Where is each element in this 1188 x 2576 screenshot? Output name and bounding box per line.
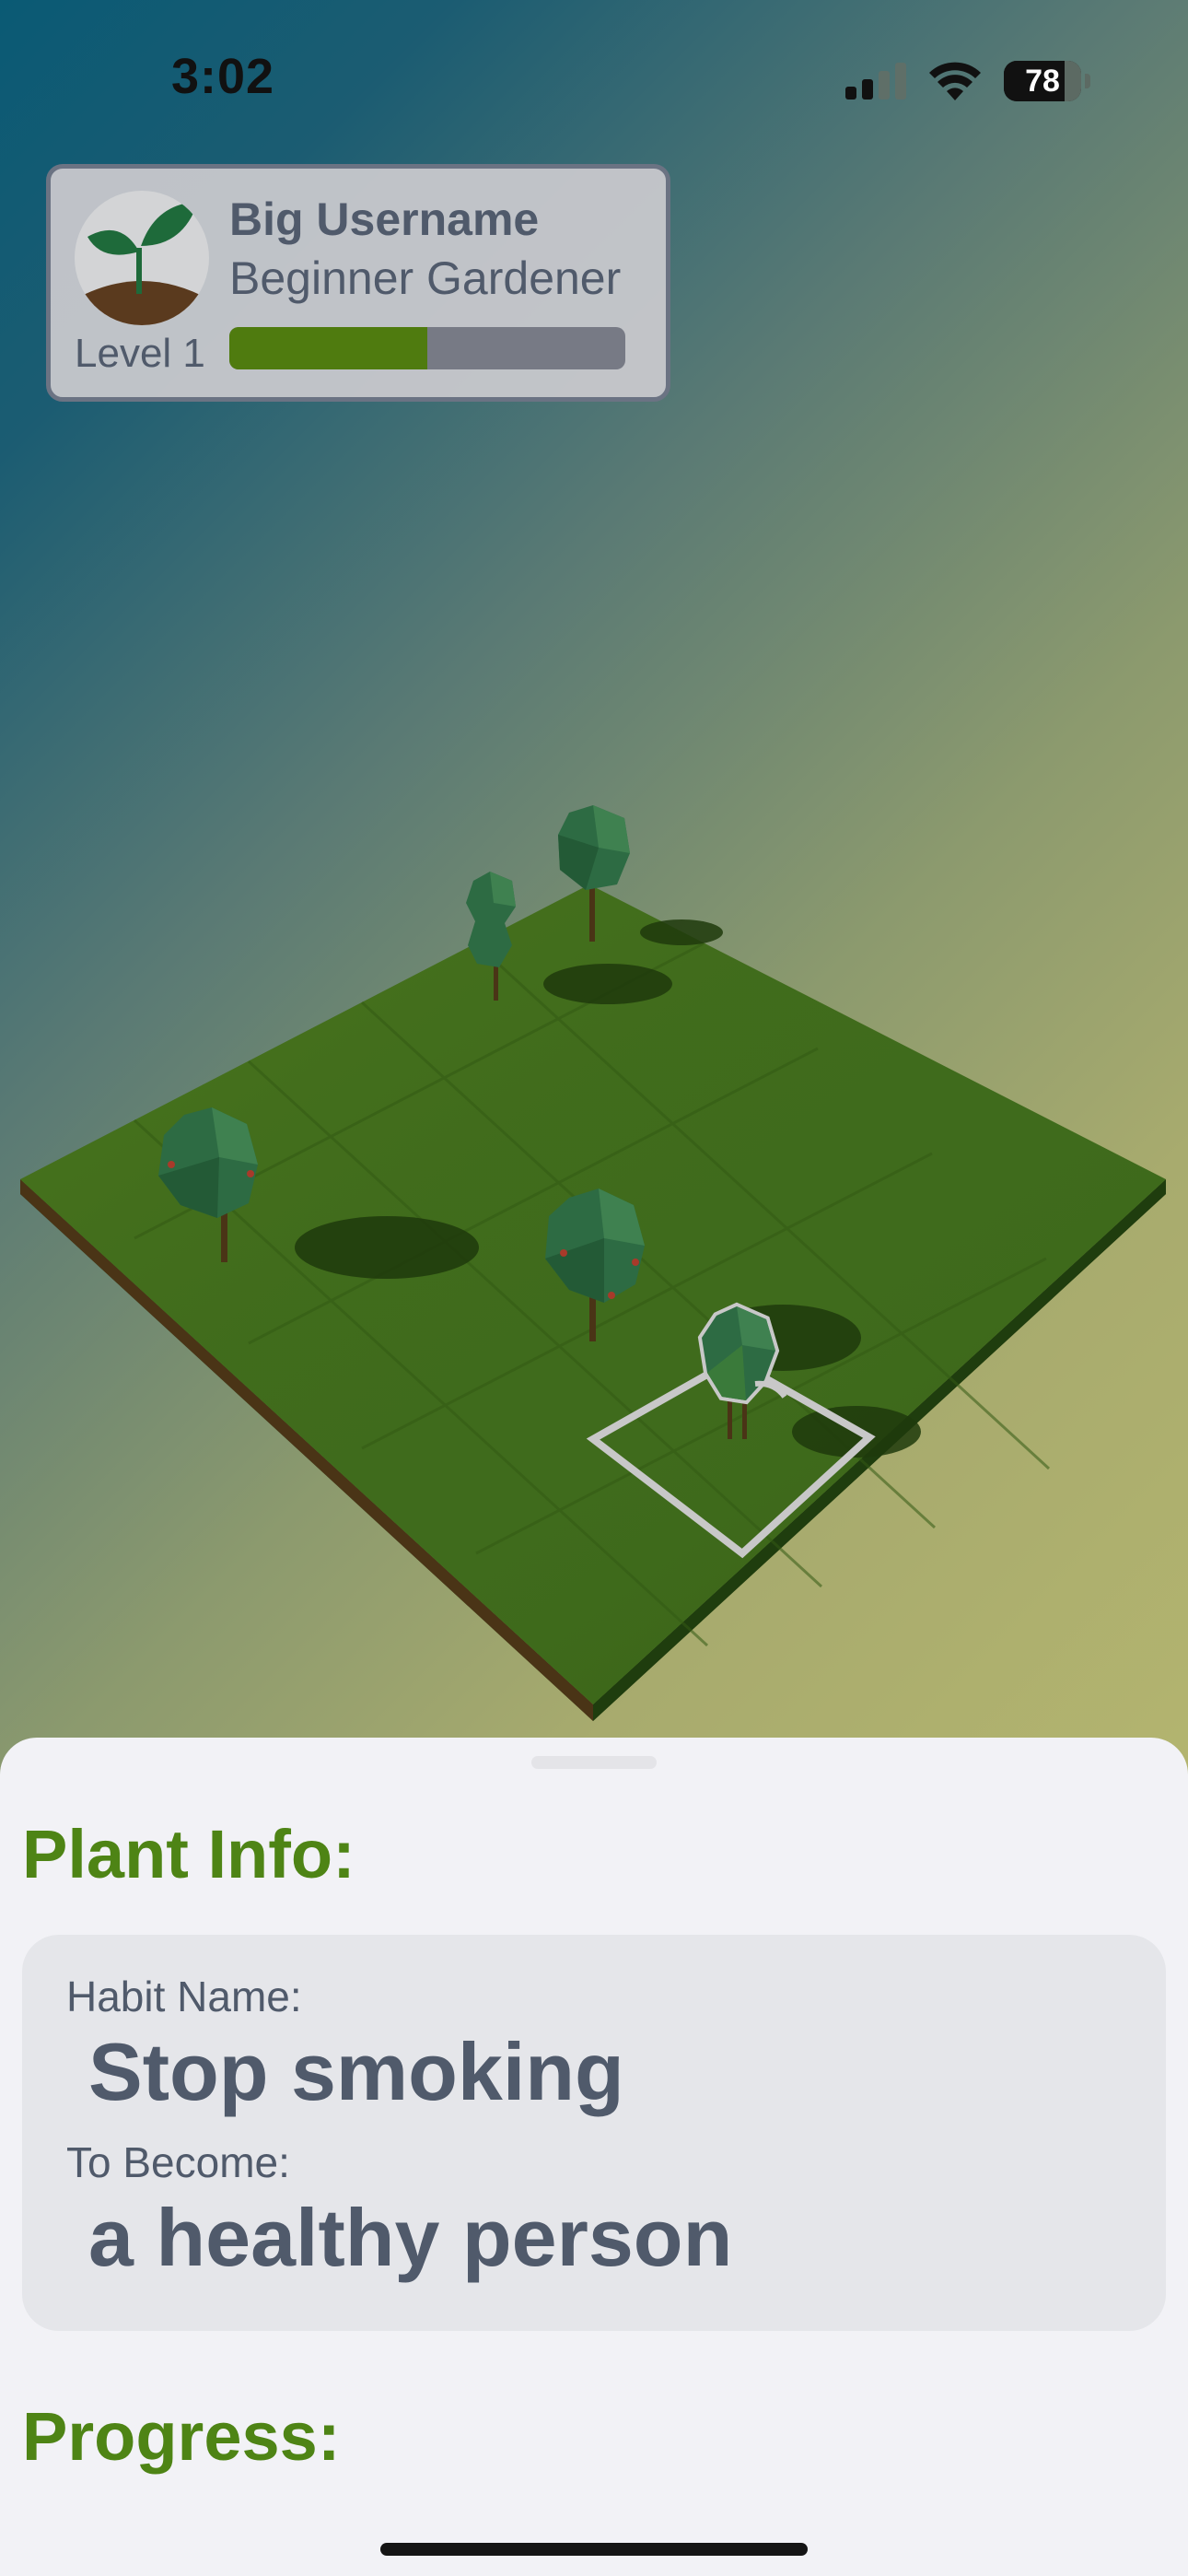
habit-name-value: Stop smoking <box>88 2026 624 2117</box>
xp-progress-fill <box>229 327 427 369</box>
battery-icon: 78 <box>1004 61 1090 101</box>
garden-scene[interactable] <box>0 774 1188 1741</box>
sprout-icon <box>75 191 209 325</box>
wifi-icon <box>929 62 981 100</box>
plant-info-card: Habit Name: Stop smoking To Become: a he… <box>22 1935 1166 2331</box>
rank-title: Beginner Gardener <box>229 252 622 304</box>
username: Big Username <box>229 193 540 245</box>
battery-percentage: 78 <box>1025 63 1060 99</box>
plant-info-heading: Plant Info: <box>22 1816 355 1892</box>
xp-progress-bar <box>229 327 625 369</box>
status-icons: 78 <box>845 57 1090 105</box>
plant-info-sheet[interactable]: Plant Info: Habit Name: Stop smoking To … <box>0 1738 1188 2576</box>
status-time: 3:02 <box>171 49 275 104</box>
garden-screen: 3:02 78 Big Username Beginner Gardener L… <box>0 0 1188 2576</box>
profile-card[interactable]: Big Username Beginner Gardener Level 1 <box>46 164 670 402</box>
home-indicator[interactable] <box>380 2543 808 2556</box>
sheet-grabber[interactable] <box>531 1756 657 1769</box>
progress-heading: Progress: <box>22 2398 341 2475</box>
habit-name-label: Habit Name: <box>66 1973 302 2020</box>
to-become-label: To Become: <box>66 2138 290 2186</box>
level-label: Level 1 <box>75 331 205 376</box>
to-become-value: a healthy person <box>88 2192 733 2283</box>
cellular-signal-icon <box>845 63 906 100</box>
